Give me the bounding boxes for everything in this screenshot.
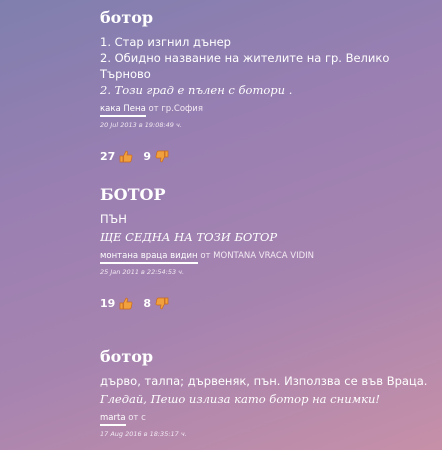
from-prefix: от [148, 104, 159, 114]
entry-definition: дърво, талпа; дървеняк, пън. Използва се… [100, 374, 428, 388]
from-prefix: от [200, 251, 211, 261]
upvote-count: 27 [100, 150, 116, 163]
author-location: гр.София [161, 104, 203, 114]
vote-bar: 27 9 [100, 150, 430, 163]
entry-definition: ПЪН [100, 212, 127, 226]
downvote-count: 9 [143, 150, 151, 163]
entry-definition: 1. Стар изгнил дънер [100, 35, 231, 49]
entry-date: 17 Aug 2016 в 18:35:17 ч. [100, 430, 187, 438]
author-link[interactable]: монтана враца видин [100, 251, 198, 264]
downvote-button[interactable]: 9 [143, 150, 169, 163]
author-location: MONTANA VRACA VIDIN [213, 251, 315, 261]
entry-date: 25 Jan 2011 в 22:54:53 ч. [100, 268, 185, 276]
author-location: с [141, 413, 146, 423]
entry-meta: marta от с [100, 412, 430, 426]
author-link[interactable]: кака Пена [100, 104, 146, 117]
thumbs-down-icon [155, 297, 169, 310]
entry-meta: кака Пена от гр.София [100, 103, 430, 117]
entry-definition: 2. Обидно название на жителите на гр. Ве… [100, 51, 390, 81]
upvote-count: 19 [100, 297, 116, 310]
thumbs-down-icon [155, 150, 169, 163]
entry-word[interactable]: БОТОР [100, 185, 430, 205]
from-prefix: от [128, 413, 139, 423]
entry-2: БОТОР ПЪН ЩЕ СЕДНА НА ТОЗИ БОТОР монтана… [100, 185, 430, 310]
entry-1: ботор 1. Стар изгнил дънер 2. Обидно наз… [100, 8, 430, 163]
entry-example: Гледай, Пешо излиза като ботор на снимки… [100, 392, 381, 406]
vote-bar: 19 8 [100, 297, 430, 310]
entry-word[interactable]: ботор [100, 347, 430, 367]
author-link[interactable]: marta [100, 413, 126, 426]
upvote-button[interactable]: 27 [100, 150, 133, 163]
downvote-button[interactable]: 8 [143, 297, 169, 310]
entry-meta: монтана враца видин от MONTANA VRACA VID… [100, 250, 430, 264]
entry-word[interactable]: ботор [100, 8, 430, 28]
entry-example: ЩЕ СЕДНА НА ТОЗИ БОТОР [100, 230, 278, 244]
entry-date: 20 Jul 2013 в 19:08:49 ч. [100, 121, 182, 129]
thumbs-up-icon [119, 150, 133, 163]
thumbs-up-icon [119, 297, 133, 310]
upvote-button[interactable]: 19 [100, 297, 133, 310]
entry-3: ботор дърво, талпа; дървеняк, пън. Изпол… [100, 347, 430, 439]
downvote-count: 8 [143, 297, 151, 310]
entry-example: 2. Този град е пълен с ботори . [100, 83, 293, 97]
